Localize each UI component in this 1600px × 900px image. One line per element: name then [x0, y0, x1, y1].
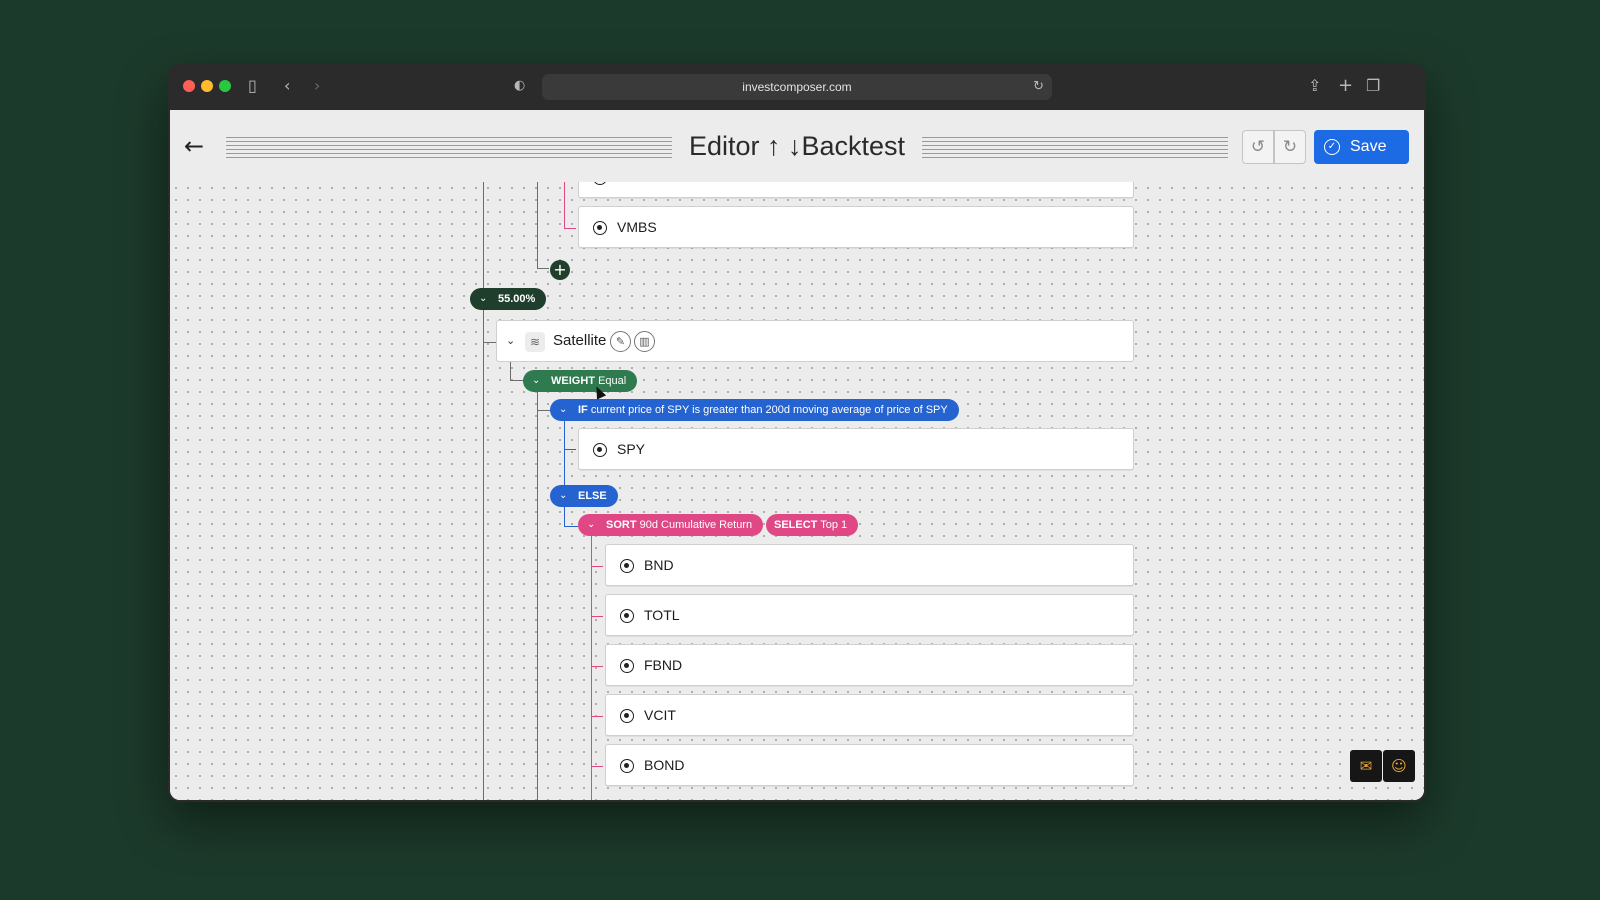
if-condition-text: current price of SPY is greater than 200… [590, 404, 948, 416]
layers-icon: ≋ [525, 332, 545, 352]
sort-label: SORT [606, 519, 637, 531]
back-arrow-icon[interactable]: ← [184, 132, 212, 160]
connector-line [510, 380, 524, 381]
connector-line [537, 180, 538, 268]
sidebar-toggle-icon[interactable]: ▯ [248, 76, 257, 96]
weight-mode-value: Equal [598, 375, 627, 387]
maximize-window-button[interactable] [219, 80, 231, 92]
page-title: Editor ↑ ↓Backtest [688, 131, 906, 161]
undo-icon[interactable]: ↺ [1242, 130, 1274, 164]
connector-line [510, 362, 511, 380]
browser-back-icon[interactable]: ‹ [284, 76, 290, 96]
asset-label: TOTL [644, 607, 680, 623]
connector-line [564, 420, 565, 490]
redo-icon[interactable]: ↻ [1274, 130, 1306, 164]
connector-line [564, 180, 565, 228]
header-decoration [226, 134, 672, 160]
save-label: Save [1350, 138, 1387, 155]
select-value: Top 1 [820, 519, 848, 531]
connector-line [537, 268, 549, 269]
asset-icon [620, 759, 634, 773]
if-label: IF [578, 404, 588, 416]
connector-line [564, 526, 578, 527]
inbox-icon[interactable]: ✉ [1350, 750, 1382, 782]
browser-window: ▯ ‹ › ◐ investcomposer.com ↻ ⇪ + ❐ VMBS … [168, 64, 1426, 802]
else-pill[interactable]: ⌄ ELSE [550, 485, 618, 507]
asset-node-spy[interactable]: SPY [578, 428, 1134, 470]
asset-icon [593, 443, 607, 457]
asset-label: VCIT [644, 707, 676, 723]
connector-line [564, 506, 565, 526]
privacy-shield-icon[interactable]: ◐ [514, 76, 525, 96]
weight-mode-pill[interactable]: ⌄ WEIGHT Equal [523, 370, 638, 392]
save-button[interactable]: ✓ Save [1314, 130, 1409, 164]
asset-label: BND [644, 557, 674, 573]
share-icon[interactable]: ⇪ [1308, 76, 1321, 96]
chevron-down-icon: ⌄ [479, 293, 488, 304]
connector-line [564, 449, 576, 450]
chevron-down-icon: ⌄ [587, 519, 596, 530]
editor-header: ← Editor ↑ ↓Backtest ↺ ↻ ✓ Save [170, 110, 1424, 182]
group-name: Satellite [553, 332, 607, 349]
browser-titlebar: ▯ ‹ › ◐ investcomposer.com ↻ ⇪ + ❐ [168, 64, 1426, 110]
asset-node-fbnd[interactable]: FBND [605, 644, 1134, 686]
asset-node-bond[interactable]: BOND [605, 744, 1134, 786]
add-block-button[interactable]: + [550, 260, 570, 280]
reload-icon[interactable]: ↻ [1033, 74, 1044, 100]
edit-icon[interactable]: ✎ [610, 331, 631, 352]
sort-pill[interactable]: ⌄ SORT 90d Cumulative Return [578, 514, 764, 536]
asset-label: VMBS [617, 219, 657, 235]
asset-node-totl[interactable]: TOTL [605, 594, 1134, 636]
asset-node-vcit[interactable]: VCIT [605, 694, 1134, 736]
app-viewport: IEF VMBS + ⌄ 55.00% ⌄ ≋ Satellite ✎ ▥ ⌄ … [170, 110, 1424, 800]
connector-line [591, 716, 603, 717]
asset-icon [620, 709, 634, 723]
else-label: ELSE [578, 490, 607, 502]
delete-icon[interactable]: ▥ [634, 331, 655, 352]
connector-line [537, 390, 538, 800]
connector-line [537, 410, 551, 411]
connector-line [483, 180, 484, 800]
url-text: investcomposer.com [742, 80, 852, 94]
tab-overview-icon[interactable]: ❐ [1366, 76, 1380, 96]
community-icon[interactable]: ☺ [1383, 750, 1415, 782]
connector-line [591, 566, 603, 567]
asset-node-bnd[interactable]: BND [605, 544, 1134, 586]
asset-label: BOND [644, 757, 685, 773]
asset-node-vmbs[interactable]: VMBS [578, 206, 1134, 248]
sort-metric: 90d Cumulative Return [639, 519, 753, 531]
chevron-down-icon: ⌄ [532, 375, 541, 386]
connector-line [591, 666, 603, 667]
connector-line [564, 228, 576, 229]
group-node-satellite[interactable]: ⌄ ≋ Satellite ✎ ▥ [496, 320, 1134, 362]
connector-line [483, 342, 497, 343]
close-window-button[interactable] [183, 80, 195, 92]
asset-label: FBND [644, 657, 683, 673]
connector-line [591, 616, 603, 617]
if-condition-pill[interactable]: ⌄ IF current price of SPY is greater tha… [550, 399, 959, 421]
address-bar[interactable]: investcomposer.com ↻ [542, 74, 1052, 100]
asset-icon [593, 221, 607, 235]
chevron-down-icon[interactable]: ⌄ [506, 321, 515, 361]
weight-label: WEIGHT [551, 375, 595, 387]
header-decoration [922, 134, 1228, 160]
new-tab-icon[interactable]: + [1338, 76, 1353, 96]
asset-icon [620, 659, 634, 673]
asset-icon [620, 609, 634, 623]
asset-label: SPY [617, 441, 646, 457]
connector-line [591, 766, 603, 767]
editor-canvas[interactable]: IEF VMBS + ⌄ 55.00% ⌄ ≋ Satellite ✎ ▥ ⌄ … [170, 110, 1424, 800]
chevron-down-icon: ⌄ [559, 404, 568, 415]
minimize-window-button[interactable] [201, 80, 213, 92]
weight-percent-pill[interactable]: ⌄ 55.00% [470, 288, 547, 310]
connector-line [591, 534, 592, 800]
asset-icon [620, 559, 634, 573]
select-label: SELECT [774, 519, 818, 531]
select-pill[interactable]: SELECT Top 1 [766, 514, 859, 536]
weight-percent-value: 55.00% [498, 293, 536, 305]
check-circle-icon: ✓ [1324, 139, 1340, 155]
chevron-down-icon: ⌄ [559, 490, 568, 501]
browser-forward-icon[interactable]: › [314, 76, 320, 96]
